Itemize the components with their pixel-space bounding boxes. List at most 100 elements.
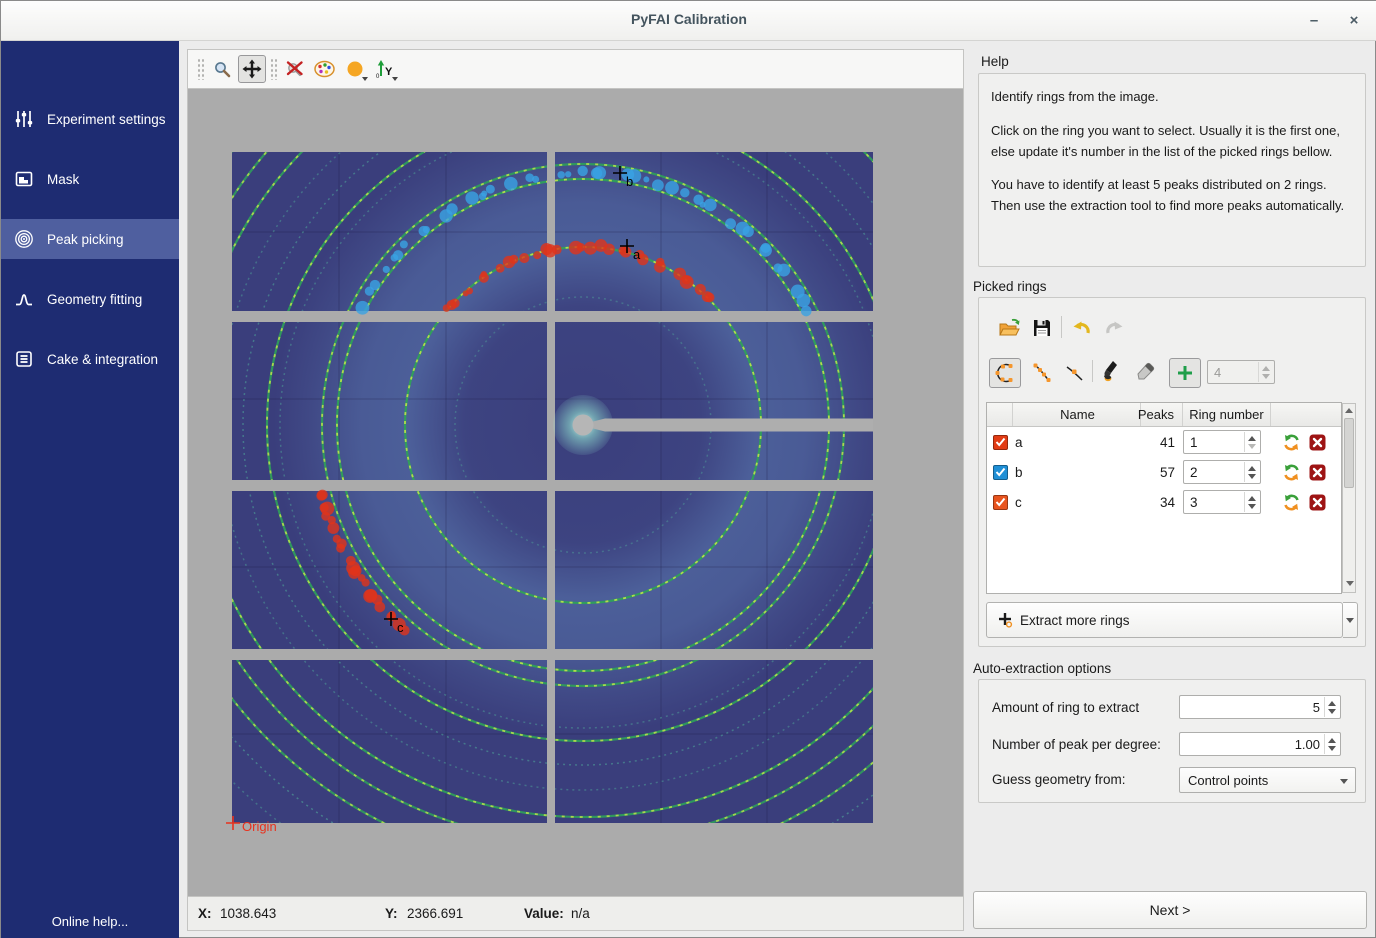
delete-ring-icon[interactable] (1309, 434, 1326, 451)
toolbar-grip[interactable] (197, 58, 204, 80)
spin-arrows[interactable] (1258, 362, 1273, 382)
ring-number-spinbox[interactable]: 3 (1183, 490, 1261, 514)
header-check (987, 403, 1013, 426)
sidebar-item-label: Geometry fitting (47, 292, 142, 307)
extract-options-caret[interactable] (1343, 602, 1358, 638)
y-axis-icon: Y 0 (375, 59, 395, 79)
zoom-tool-button[interactable] (208, 55, 236, 83)
y-axis-orientation-button[interactable]: Y 0 (371, 55, 399, 83)
delete-ring-icon[interactable] (1309, 494, 1326, 511)
ring-number-spinbox[interactable]: 1 (1183, 430, 1261, 454)
sidebar-item-geometry-fitting[interactable]: Geometry fitting (1, 279, 179, 319)
cake-icon (14, 349, 34, 369)
header-actions (1271, 403, 1337, 426)
arc-pick-tool-button[interactable] (1029, 360, 1055, 386)
table-header: Name Peaks Ring number (987, 403, 1341, 427)
peak-tool-icon (1063, 362, 1085, 384)
beamstop-disc (573, 415, 594, 436)
help-box: Identify rings from the image. Click on … (978, 73, 1366, 267)
add-ring-button[interactable] (1169, 358, 1201, 388)
pyfai-calibration-window: { "window": { "title": "PyFAI Calibratio… (0, 0, 1376, 938)
guess-geometry-label: Guess geometry from: (992, 772, 1126, 787)
orange-circle-icon (346, 60, 364, 78)
ring-visibility-checkbox[interactable] (993, 495, 1008, 510)
table-row[interactable]: a 41 1 (987, 427, 1341, 457)
mask-color-button[interactable] (341, 55, 369, 83)
sidebar-item-label: Peak picking (47, 232, 124, 247)
peaks-per-degree-label: Number of peak per degree: (992, 737, 1161, 752)
table-scrollbar[interactable] (1342, 403, 1356, 593)
online-help-link[interactable]: Online help... (1, 914, 179, 929)
zoom-reset-button[interactable] (281, 55, 309, 83)
single-peak-tool-button[interactable] (1061, 360, 1087, 386)
colormap-button[interactable] (311, 55, 339, 83)
picked-rings-table[interactable]: Name Peaks Ring number a 41 1 b 57 2 (986, 402, 1342, 594)
plus-icon (1176, 364, 1194, 382)
toolbar-separator (1092, 360, 1093, 382)
ring-peaks-count: 34 (1141, 495, 1183, 510)
scroll-thumb[interactable] (1344, 418, 1354, 488)
auto-extraction-box: Amount of ring to extract 5 Number of pe… (978, 679, 1366, 803)
magnifier-icon (213, 60, 232, 79)
next-button[interactable]: Next > (973, 891, 1367, 929)
open-folder-icon (998, 317, 1022, 339)
refresh-ring-icon[interactable] (1282, 493, 1301, 512)
eraser-icon (1135, 360, 1157, 382)
brush-tool-button[interactable] (1099, 358, 1125, 384)
table-row[interactable]: b 57 2 (987, 457, 1341, 487)
svg-text:b: b (626, 174, 633, 189)
table-row[interactable]: c 34 3 (987, 487, 1341, 517)
ring-peaks-count: 57 (1141, 465, 1183, 480)
sidebar-item-peak-picking[interactable]: Peak picking (1, 219, 179, 259)
ring-visibility-checkbox[interactable] (993, 435, 1008, 450)
delete-ring-icon[interactable] (1309, 464, 1326, 481)
eraser-tool-button[interactable] (1133, 358, 1159, 384)
extract-more-rings-button[interactable]: Extract more rings (986, 602, 1343, 638)
load-rings-button[interactable] (997, 315, 1023, 341)
scroll-down-icon[interactable] (1346, 581, 1354, 586)
picked-rings-group-label: Picked rings (973, 279, 1047, 294)
ring-pick-tool-button[interactable] (989, 358, 1021, 388)
svg-text:Origin: Origin (242, 819, 277, 834)
guess-geometry-combobox[interactable]: Control points (1179, 767, 1356, 793)
sidebar-item-mask[interactable]: Mask (1, 159, 179, 199)
help-paragraph: Click on the ring you want to select. Us… (991, 121, 1353, 163)
y-label: Y: (385, 906, 398, 921)
toolbar-grip[interactable] (270, 58, 277, 80)
header-name: Name (1013, 403, 1141, 426)
value-value: n/a (571, 906, 590, 921)
beamstop-arm (591, 419, 873, 432)
close-button[interactable]: × (1341, 9, 1367, 33)
minimize-button[interactable]: – (1301, 9, 1327, 33)
ring-name: c (1013, 495, 1141, 510)
redo-button[interactable] (1101, 315, 1127, 341)
sidebar-item-label: Experiment settings (47, 112, 166, 127)
spin-value: 4 (1214, 365, 1221, 380)
diffraction-image-view[interactable]: b a c Origin (187, 89, 964, 896)
arc-tool-icon (1031, 362, 1053, 384)
sliders-icon (14, 109, 34, 129)
ring-visibility-checkbox[interactable] (993, 465, 1008, 480)
save-rings-button[interactable] (1029, 315, 1055, 341)
x-value: 1038.643 (220, 906, 276, 921)
peaks-per-degree-spinbox[interactable]: 1.00 (1179, 732, 1341, 756)
rings-icon (14, 229, 34, 249)
no-zoom-icon (285, 59, 305, 79)
scroll-up-icon[interactable] (1345, 408, 1353, 413)
ring-number-spinbox[interactable]: 2 (1183, 460, 1261, 484)
undo-button[interactable] (1069, 315, 1095, 341)
svg-text:a: a (633, 247, 641, 262)
y-value: 2366.691 (407, 906, 463, 921)
pan-tool-button[interactable] (238, 55, 266, 83)
refresh-ring-icon[interactable] (1282, 433, 1301, 452)
x-label: X: (198, 906, 212, 921)
peak-curve-icon (14, 289, 34, 309)
sidebar-item-experiment-settings[interactable]: Experiment settings (1, 99, 179, 139)
ring-name: b (1013, 465, 1141, 480)
refresh-ring-icon[interactable] (1282, 463, 1301, 482)
amount-of-rings-spinbox[interactable]: 5 (1179, 695, 1341, 719)
svg-text:c: c (397, 620, 404, 635)
new-ring-number-spinbox[interactable]: 4 (1207, 360, 1275, 384)
sidebar-item-cake-integration[interactable]: Cake & integration (1, 339, 179, 379)
help-group-label: Help (981, 54, 1009, 69)
